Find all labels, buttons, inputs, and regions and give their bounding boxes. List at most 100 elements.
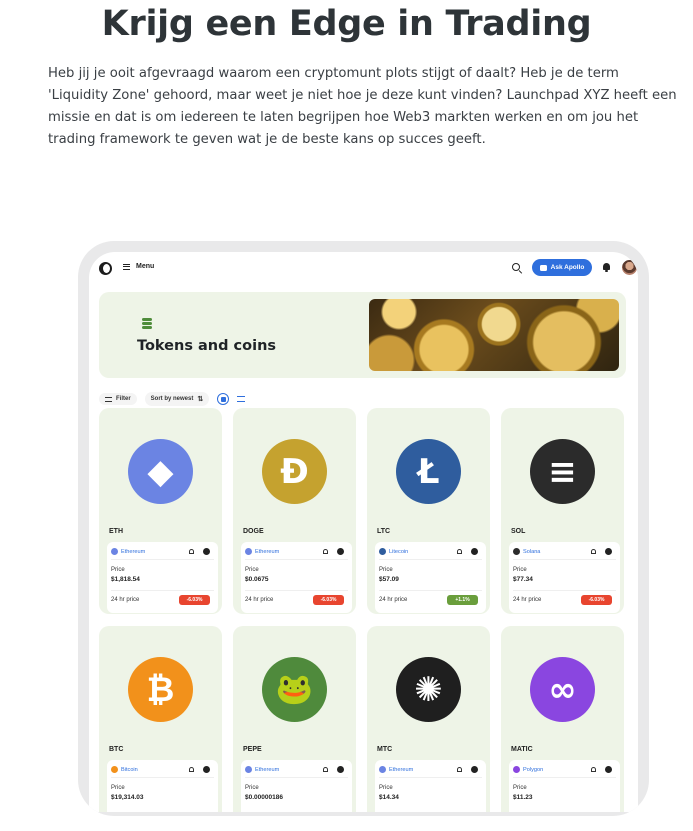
chain-icon [513,548,520,555]
token-card[interactable]: ₿ BTC Bitcoin Price $19,314.03 [99,626,222,812]
price-label: Price [379,567,393,573]
divider [513,590,616,591]
filter-label: Filter [116,396,131,402]
grid-view-icon[interactable] [217,393,230,405]
coin-logo-icon: ₿ [128,657,193,722]
price-change-badge: -6.03% [179,595,210,605]
app-logo-icon[interactable] [99,262,112,275]
price-label: Price [245,785,259,791]
token-card[interactable]: ✺ MTC Ethereum Price $14.34 [367,626,490,812]
price-label: Price [245,567,259,573]
chain-name: Polygon [523,766,544,773]
page: Krijg een Edge in Trading Heb jij je ooi… [0,0,693,831]
chain-link[interactable]: Solana [513,548,540,555]
coin-logo-icon: 🐸 [262,657,327,722]
token-price: $57.09 [379,576,399,583]
change-label: 24 hr price [379,597,408,603]
divider [379,777,482,778]
chain-name: Bitcoin [121,766,138,773]
alert-bell-icon[interactable] [189,767,194,772]
divider [245,559,348,560]
info-icon[interactable] [337,766,344,773]
price-change-badge: +1.1% [447,595,478,605]
chat-icon [539,264,547,271]
coin-logo-icon: ◆ [128,439,193,504]
sort-button[interactable]: Sort by newest ⇅ [144,392,210,406]
ask-apollo-label: Ask Apollo [550,264,585,271]
divider [245,590,348,591]
token-info-panel: Ethereum Price $0.0675 24 hr price -6.03% [241,542,352,613]
chain-name: Ethereum [121,548,146,555]
info-icon[interactable] [471,548,478,555]
token-price: $11.23 [513,794,533,801]
menu-label: Menu [136,263,155,270]
coins-icon [142,318,152,329]
token-symbol: SOL [511,528,526,535]
token-price: $19,314.03 [111,794,144,801]
alert-bell-icon[interactable] [189,549,194,554]
menu-button[interactable]: Menu [123,263,154,270]
token-card[interactable]: ≡ SOL Solana Price $77.34 24 hr price -6.03% [501,408,624,614]
info-icon[interactable] [203,766,210,773]
change-label: 24 hr price [245,597,274,603]
price-label: Price [379,785,393,791]
alert-bell-icon[interactable] [457,549,462,554]
token-symbol: PEPE [243,746,262,753]
info-icon[interactable] [605,548,612,555]
filter-toolbar: Filter Sort by newest ⇅ [99,392,246,406]
token-symbol: BTC [109,746,124,753]
coin-logo-icon: ∞ [530,657,595,722]
tablet-mockup: Menu Ask Apollo Tokens and coins Filter [78,241,649,816]
token-card[interactable]: Ð DOGE Ethereum Price $0.0675 24 hr price -6.0… [233,408,356,614]
token-price: $77.34 [513,576,533,583]
chain-link[interactable]: Ethereum [245,766,279,773]
token-symbol: MTC [377,746,393,753]
change-label: 24 hr price [111,597,140,603]
list-view-icon[interactable] [237,396,246,402]
price-change-badge: -6.03% [581,595,612,605]
token-card[interactable]: ∞ MATIC Polygon Price $11.23 [501,626,624,812]
ask-apollo-button[interactable]: Ask Apollo [532,259,592,276]
chain-link[interactable]: Ethereum [111,548,145,555]
info-icon[interactable] [471,766,478,773]
sort-arrows-icon: ⇅ [197,396,204,403]
chain-icon [379,548,386,555]
alert-bell-icon[interactable] [323,767,328,772]
search-icon[interactable] [512,263,520,271]
coin-logo-icon: ✺ [396,657,461,722]
chain-link[interactable]: Bitcoin [111,766,138,773]
chain-link[interactable]: Litecoin [379,548,408,555]
app-topbar: Menu Ask Apollo [89,252,638,286]
token-card[interactable]: Ł LTC Litecoin Price $57.09 24 hr price +1.1% [367,408,490,614]
info-icon[interactable] [605,766,612,773]
hamburger-icon [123,263,130,270]
info-icon[interactable] [337,548,344,555]
token-card[interactable]: 🐸 PEPE Ethereum Price $0.00000186 [233,626,356,812]
chain-icon [513,766,520,773]
divider [111,559,214,560]
alert-bell-icon[interactable] [323,549,328,554]
chain-name: Ethereum [255,766,280,773]
filter-button[interactable]: Filter [99,393,137,405]
info-icon[interactable] [203,548,210,555]
token-info-panel: Ethereum Price $1,818.54 24 hr price -6.03% [107,542,218,613]
divider [513,777,616,778]
price-change-badge: -6.03% [313,595,344,605]
divider [111,777,214,778]
alert-bell-icon[interactable] [591,549,596,554]
token-card[interactable]: ◆ ETH Ethereum Price $1,818.54 24 hr price -6.… [99,408,222,614]
divider [245,777,348,778]
token-info-panel: Polygon Price $11.23 [509,760,620,812]
chain-link[interactable]: Polygon [513,766,543,773]
avatar[interactable] [622,260,637,275]
chain-link[interactable]: Ethereum [245,548,279,555]
chain-icon [245,548,252,555]
notification-bell-icon[interactable] [603,263,610,272]
alert-bell-icon[interactable] [457,767,462,772]
app-screen: Menu Ask Apollo Tokens and coins Filter [89,252,638,812]
chain-name: Ethereum [389,766,414,773]
chain-icon [111,548,118,555]
sort-label: Sort by newest [150,396,194,402]
chain-link[interactable]: Ethereum [379,766,413,773]
alert-bell-icon[interactable] [591,767,596,772]
